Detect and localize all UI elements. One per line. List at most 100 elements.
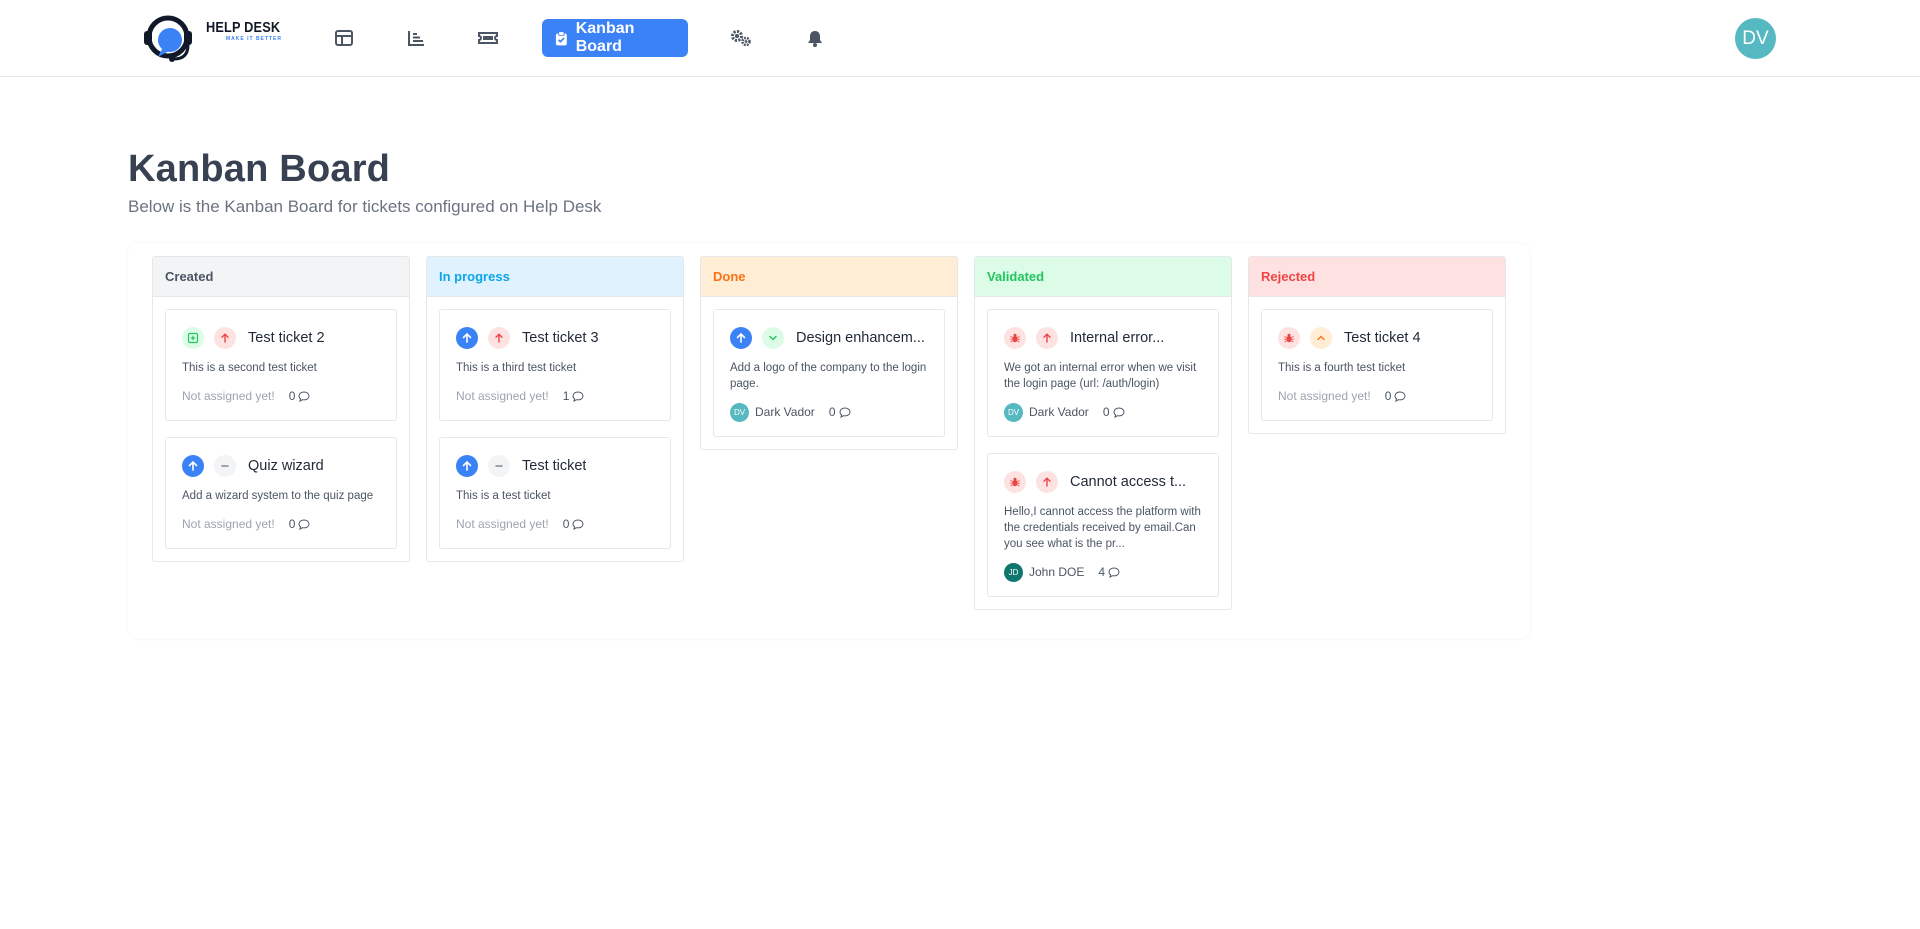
tickets-icon [478,32,498,44]
gears-icon [731,30,751,47]
user-avatar[interactable]: DV [1735,18,1776,59]
ticket-type-plus-square-icon [182,327,204,349]
ticket-title[interactable]: Design enhancem... [796,330,925,346]
ticket-assignee: DV Dark Vador [1004,402,1089,422]
assignee-name: Dark Vador [1029,405,1089,419]
ticket-card-header: Quiz wizard [182,454,380,478]
priority-normal-icon [488,455,510,477]
ticket-card[interactable]: Test ticket 3 This is a third test ticket… [439,309,671,421]
ticket-description: This is a fourth test ticket [1278,362,1406,374]
ticket-footer: DV Dark Vador 0 [730,402,928,422]
comment-icon [298,390,310,402]
ticket-title[interactable]: Test ticket [522,458,586,474]
ticket-card[interactable]: Internal error... We got an internal erro… [987,309,1219,437]
column-header: Done [701,257,957,297]
column-header: In progress [427,257,683,297]
ticket-card[interactable]: Test ticket 4 This is a fourth test ticke… [1261,309,1493,421]
comment-icon [1394,390,1406,402]
ticket-footer: Not assigned yet! 1 [456,386,654,406]
ticket-card-header: Internal error... [1004,326,1202,350]
nav-notifications-button[interactable] [795,19,835,57]
ticket-type-bug-icon [1004,471,1026,493]
nav-kanban-board-label: Kanban Board [575,20,635,55]
ticket-comments[interactable]: 4 [1098,565,1120,579]
column-header: Validated [975,257,1231,297]
assignee-name: Dark Vador [755,405,815,419]
ticket-comments[interactable]: 0 [563,517,585,531]
ticket-comments[interactable]: 0 [1103,405,1125,419]
ticket-assignee: JD John DOE [1004,562,1085,582]
ticket-description: Add a logo of the company to the login p… [730,362,927,390]
ticket-type-arrow-up-circle-icon [182,455,204,477]
priority-normal-icon [214,455,236,477]
column-body: Test ticket 2 This is a second test ticke… [153,297,409,549]
column-header: Created [153,257,409,297]
ticket-type-arrow-up-circle-icon [456,455,478,477]
ticket-card[interactable]: Test ticket This is a test ticket Not assi… [439,437,671,549]
top-navbar: HELP DESK MAKE IT BETTER Kanban Board DV [0,0,1920,77]
logo-title: HELP DESK [206,19,281,36]
headset-logo-icon [144,15,192,62]
comment-icon [1112,406,1125,418]
ticket-title[interactable]: Test ticket 4 [1344,330,1421,346]
nav-tickets-button[interactable] [468,19,508,57]
clipboard-icon [555,30,567,45]
assignee-name: John DOE [1029,565,1085,579]
ticket-description: This is a second test ticket [182,362,317,374]
kanban-column-done: Done Design enhancem... Add a logo of the … [700,256,958,450]
ticket-title[interactable]: Internal error... [1070,330,1164,346]
column-body: Design enhancem... Add a logo of the comp… [701,297,957,437]
dashboard-icon [335,30,353,46]
nav-dashboard-button[interactable] [324,19,364,57]
ticket-card-header: Test ticket 4 [1278,326,1476,350]
ticket-comments[interactable]: 1 [563,389,585,403]
assignee-avatar: JD [1004,562,1023,582]
ticket-footer: DV Dark Vador 0 [1004,402,1202,422]
ticket-comments[interactable]: 0 [829,405,851,419]
column-body: Test ticket 3 This is a third test ticket… [427,297,683,549]
priority-high-icon [1036,471,1058,493]
ticket-unassigned-label: Not assigned yet! [456,389,549,403]
ticket-card-header: Cannot access t... [1004,470,1202,494]
ticket-card[interactable]: Cannot access t... Hello,I cannot access … [987,453,1219,597]
ticket-card[interactable]: Test ticket 2 This is a second test ticke… [165,309,397,421]
ticket-type-arrow-up-circle-icon [456,327,478,349]
ticket-type-bug-icon [1004,327,1026,349]
comment-icon [298,518,310,530]
ticket-unassigned-label: Not assigned yet! [1278,389,1371,403]
ticket-title[interactable]: Cannot access t... [1070,474,1186,490]
column-header: Rejected [1249,257,1505,297]
nav-analytics-button[interactable] [396,19,436,57]
column-body: Internal error... We got an internal erro… [975,297,1231,597]
ticket-type-arrow-up-circle-icon [730,327,752,349]
ticket-card-header: Test ticket [456,454,654,478]
ticket-unassigned-label: Not assigned yet! [456,517,549,531]
priority-medium-icon [1310,327,1332,349]
page-title: Kanban Board [128,148,391,190]
page-subtitle: Below is the Kanban Board for tickets co… [128,197,602,216]
ticket-footer: Not assigned yet! 0 [182,514,380,534]
ticket-title[interactable]: Quiz wizard [248,458,324,474]
ticket-footer: Not assigned yet! 0 [182,386,380,406]
ticket-card[interactable]: Quiz wizard Add a wizard system to the qu… [165,437,397,549]
priority-low-icon [762,327,784,349]
analytics-icon [408,31,424,46]
assignee-avatar: DV [1004,402,1023,422]
ticket-footer: Not assigned yet! 0 [1278,386,1476,406]
ticket-title[interactable]: Test ticket 2 [248,330,325,346]
ticket-description: Add a wizard system to the quiz page [182,490,374,502]
help-desk-logo[interactable]: HELP DESK MAKE IT BETTER [142,13,281,63]
ticket-title[interactable]: Test ticket 3 [522,330,599,346]
ticket-card-header: Test ticket 2 [182,326,380,350]
ticket-card[interactable]: Design enhancem... Add a logo of the comp… [713,309,945,437]
ticket-comments[interactable]: 0 [289,517,311,531]
ticket-unassigned-label: Not assigned yet! [182,389,275,403]
comment-icon [1108,566,1120,578]
ticket-comments[interactable]: 0 [289,389,311,403]
ticket-comments[interactable]: 0 [1385,389,1407,403]
nav-kanban-board-button[interactable]: Kanban Board [542,19,688,57]
nav-settings-button[interactable] [721,19,761,57]
comment-count: 0 [288,517,296,531]
ticket-card-header: Design enhancem... [730,326,928,350]
bell-icon [808,30,822,47]
